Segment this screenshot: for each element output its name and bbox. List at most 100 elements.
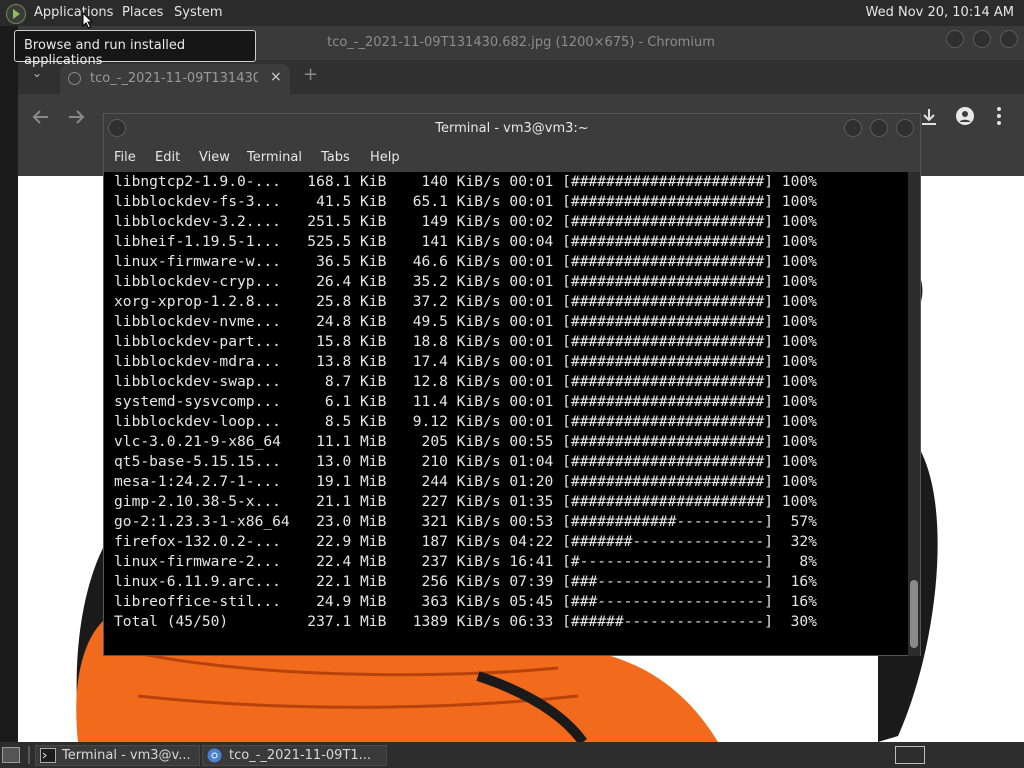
profile-avatar-icon[interactable] bbox=[956, 107, 974, 125]
applications-logo-icon[interactable] bbox=[6, 4, 26, 24]
progress-bar: [######################] bbox=[553, 433, 773, 450]
terminal-menu-file[interactable]: File bbox=[114, 150, 136, 165]
terminal-output[interactable]: libngtcp2-1.9.0-... 168.1 KiB 140 KiB/s … bbox=[114, 172, 910, 650]
download-rate: 205 KiB/s bbox=[386, 433, 501, 450]
terminal-line: systemd-sysvcomp... 6.1 KiB 11.4 KiB/s 0… bbox=[114, 392, 910, 412]
terminal-line: gimp-2.10.38-5-x... 21.1 MiB 227 KiB/s 0… bbox=[114, 492, 910, 512]
progress-percent: 100% bbox=[773, 193, 817, 210]
terminal-scrollbar[interactable] bbox=[908, 172, 920, 656]
progress-bar: [######################] bbox=[553, 273, 773, 290]
tab-search-chevron-icon[interactable]: ⌄ bbox=[32, 66, 42, 80]
maximize-button[interactable] bbox=[973, 30, 991, 48]
download-icon[interactable] bbox=[920, 108, 938, 126]
terminal-line: libblockdev-loop... 8.5 KiB 9.12 KiB/s 0… bbox=[114, 412, 910, 432]
download-rate: 35.2 KiB/s bbox=[386, 273, 501, 290]
download-rate: 244 KiB/s bbox=[386, 473, 501, 490]
terminal-menu-terminal[interactable]: Terminal bbox=[247, 150, 302, 165]
package-name: systemd-sysvcomp... bbox=[114, 393, 290, 410]
package-name: libblockdev-nvme... bbox=[114, 313, 290, 330]
package-name: libblockdev-cryp... bbox=[114, 273, 290, 290]
terminal-scrollbar-thumb[interactable] bbox=[910, 580, 918, 648]
progress-bar: [######################] bbox=[553, 453, 773, 470]
terminal-line: mesa-1:24.2.7-1-... 19.1 MiB 244 KiB/s 0… bbox=[114, 472, 910, 492]
package-name: libblockdev-swap... bbox=[114, 373, 290, 390]
progress-percent: 100% bbox=[773, 433, 817, 450]
progress-bar: [###-------------------] bbox=[553, 573, 773, 590]
menu-system[interactable]: System bbox=[174, 5, 222, 20]
elapsed-time: 00:02 bbox=[500, 213, 554, 230]
package-name: firefox-132.0.2-... bbox=[114, 533, 290, 550]
taskbar-item-chromium-label: tco_-_2021-11-09T1... bbox=[229, 748, 372, 763]
terminal-minimize-button[interactable] bbox=[844, 119, 862, 137]
download-size: 6.1 KiB bbox=[289, 393, 387, 410]
terminal-maximize-button[interactable] bbox=[870, 119, 888, 137]
terminal-line: libngtcp2-1.9.0-... 168.1 KiB 140 KiB/s … bbox=[114, 172, 910, 192]
menu-places[interactable]: Places bbox=[122, 5, 163, 20]
elapsed-time: 00:01 bbox=[500, 273, 554, 290]
terminal-window: Terminal - vm3@vm3:~ File Edit View Term… bbox=[103, 113, 921, 656]
package-name: linux-firmware-2... bbox=[114, 553, 290, 570]
progress-bar: [#---------------------] bbox=[553, 553, 773, 570]
progress-bar: [######################] bbox=[553, 293, 773, 310]
progress-bar: [######################] bbox=[553, 353, 773, 370]
download-rate: 140 KiB/s bbox=[386, 173, 501, 190]
terminal-menu-help[interactable]: Help bbox=[370, 150, 400, 165]
forward-arrow-icon[interactable] bbox=[67, 108, 85, 126]
progress-percent: 100% bbox=[773, 473, 817, 490]
progress-percent: 16% bbox=[773, 593, 817, 610]
taskbar-item-terminal[interactable]: Terminal - vm3@v... bbox=[35, 745, 200, 766]
terminal-menu-tabs[interactable]: Tabs bbox=[321, 150, 350, 165]
download-rate: 256 KiB/s bbox=[386, 573, 501, 590]
elapsed-time: 01:20 bbox=[500, 473, 554, 490]
minimize-button[interactable] bbox=[946, 30, 964, 48]
download-size: 21.1 MiB bbox=[289, 493, 387, 510]
progress-bar: [######################] bbox=[553, 213, 773, 230]
package-name: libngtcp2-1.9.0-... bbox=[114, 173, 290, 190]
progress-percent: 100% bbox=[773, 313, 817, 330]
show-desktop-icon[interactable] bbox=[2, 747, 20, 763]
package-name: libblockdev-fs-3... bbox=[114, 193, 290, 210]
close-window-button[interactable] bbox=[1000, 30, 1018, 48]
download-rate: 46.6 KiB/s bbox=[386, 253, 501, 270]
taskbar-item-chromium[interactable]: tco_-_2021-11-09T1... bbox=[202, 745, 387, 766]
terminal-close-button[interactable] bbox=[896, 119, 914, 137]
more-menu-icon[interactable] bbox=[996, 106, 1002, 126]
terminal-titlebar[interactable]: Terminal - vm3@vm3:~ bbox=[104, 114, 920, 144]
terminal-line: qt5-base-5.15.15... 13.0 MiB 210 KiB/s 0… bbox=[114, 452, 910, 472]
progress-bar: [######################] bbox=[553, 413, 773, 430]
download-rate: 1389 KiB/s bbox=[386, 613, 501, 630]
download-rate: 363 KiB/s bbox=[386, 593, 501, 610]
back-arrow-icon[interactable] bbox=[32, 108, 50, 126]
progress-percent: 100% bbox=[773, 353, 817, 370]
package-name: mesa-1:24.2.7-1-... bbox=[114, 473, 290, 490]
terminal-menu-edit[interactable]: Edit bbox=[155, 150, 180, 165]
elapsed-time: 00:01 bbox=[500, 313, 554, 330]
download-size: 36.5 KiB bbox=[289, 253, 387, 270]
browser-tab[interactable]: tco_-_2021-11-09T131430.682.jpg × bbox=[60, 64, 290, 94]
terminal-line: go-2:1.23.3-1-x86_64 23.0 MiB 321 KiB/s … bbox=[114, 512, 910, 532]
clock[interactable]: Wed Nov 20, 10:14 AM bbox=[866, 5, 1015, 20]
package-name: qt5-base-5.15.15... bbox=[114, 453, 290, 470]
terminal-line: libblockdev-3.2.... 251.5 KiB 149 KiB/s … bbox=[114, 212, 910, 232]
progress-bar: [###-------------------] bbox=[553, 593, 773, 610]
new-tab-button[interactable]: + bbox=[303, 64, 318, 85]
download-size: 19.1 MiB bbox=[289, 473, 387, 490]
elapsed-time: 00:53 bbox=[500, 513, 554, 530]
terminal-menu-view[interactable]: View bbox=[199, 150, 230, 165]
menu-applications[interactable]: Applications bbox=[34, 5, 113, 20]
elapsed-time: 00:01 bbox=[500, 193, 554, 210]
workspace-switcher[interactable] bbox=[895, 746, 925, 764]
package-name: vlc-3.0.21-9-x86_64 bbox=[114, 433, 290, 450]
package-name: libblockdev-part... bbox=[114, 333, 290, 350]
chromium-icon bbox=[207, 748, 222, 763]
download-rate: 187 KiB/s bbox=[386, 533, 501, 550]
elapsed-time: 00:01 bbox=[500, 413, 554, 430]
download-size: 525.5 KiB bbox=[289, 233, 387, 250]
package-name: libblockdev-mdra... bbox=[114, 353, 290, 370]
download-size: 23.0 MiB bbox=[289, 513, 387, 530]
terminal-window-title: Terminal - vm3@vm3:~ bbox=[435, 121, 589, 136]
tab-close-icon[interactable]: × bbox=[270, 69, 282, 85]
terminal-line: libblockdev-nvme... 24.8 KiB 49.5 KiB/s … bbox=[114, 312, 910, 332]
terminal-line: libblockdev-cryp... 26.4 KiB 35.2 KiB/s … bbox=[114, 272, 910, 292]
download-rate: 237 KiB/s bbox=[386, 553, 501, 570]
